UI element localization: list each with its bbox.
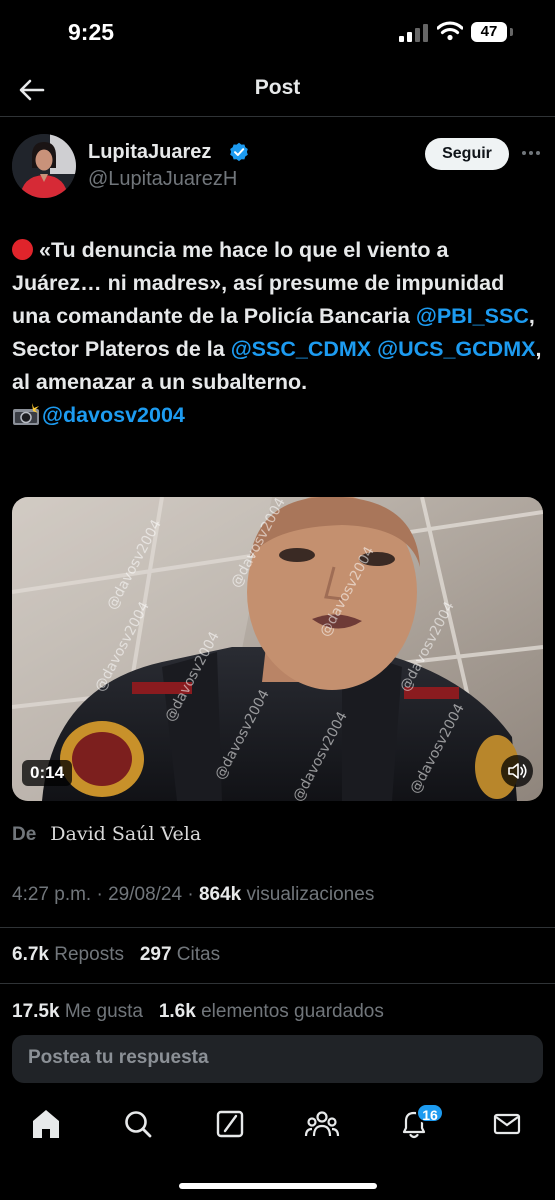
quotes-stat[interactable]: 297 Citas <box>140 944 220 965</box>
header-divider <box>0 116 555 117</box>
camera-flash-emoji-icon <box>13 403 39 425</box>
follow-button[interactable]: Seguir <box>425 138 509 170</box>
reposts-stat[interactable]: 6.7k Reposts <box>12 944 124 965</box>
more-options-icon[interactable] <box>521 150 541 156</box>
views-count: 864k <box>198 884 242 905</box>
likes-label: Me gusta <box>64 1001 143 1022</box>
mention-link-ssc-cdmx[interactable]: @SSC_CDMX <box>231 337 371 361</box>
page-title: Post <box>254 76 301 99</box>
home-indicator[interactable] <box>179 1183 377 1189</box>
video-duration-badge: 0:14 <box>22 760 73 786</box>
likes-stat[interactable]: 17.5k Me gusta <box>12 1001 143 1022</box>
communities-icon[interactable] <box>302 1104 342 1144</box>
like-stats-row: 17.5k Me gusta 1.6k elementos guardados <box>12 1001 384 1023</box>
reply-input[interactable]: Postea tu respuesta <box>12 1035 543 1083</box>
meta-divider <box>0 927 555 928</box>
post-date: 29/08/24 <box>108 884 183 905</box>
source-label: De <box>12 824 37 845</box>
wifi-icon <box>437 21 463 41</box>
search-icon[interactable] <box>118 1104 158 1144</box>
video-frame <box>12 497 543 801</box>
reposts-label: Reposts <box>54 944 124 965</box>
avatar-image <box>12 134 76 198</box>
cellular-signal-icon <box>399 24 429 42</box>
reposts-count: 6.7k <box>12 944 49 965</box>
grok-icon[interactable] <box>210 1104 250 1144</box>
likes-count: 17.5k <box>12 1001 60 1022</box>
battery-tip <box>510 28 513 36</box>
bottom-tab-bar <box>0 1096 555 1156</box>
repost-stats-row: 6.7k Reposts 297 Citas <box>12 944 220 966</box>
home-icon[interactable] <box>26 1104 66 1144</box>
post-metadata: 4:27 p.m. · 29/08/24 · 864k visualizacio… <box>12 884 374 906</box>
source-name[interactable]: David Saúl Vela <box>50 823 201 845</box>
post-time: 4:27 p.m. <box>12 884 92 905</box>
bookmarks-label: elementos guardados <box>201 1001 384 1022</box>
mention-link-pbi-ssc[interactable]: @PBI_SSC <box>416 304 529 328</box>
top-bar: Post <box>0 66 555 114</box>
quotes-count: 297 <box>139 944 172 965</box>
battery-indicator: 47 <box>471 22 507 42</box>
author-avatar[interactable] <box>12 134 76 198</box>
mention-link-davosv2004[interactable]: @davosv2004 <box>42 403 185 427</box>
bookmarks-stat[interactable]: 1.6k elementos guardados <box>159 1001 384 1022</box>
red-circle-emoji-icon <box>12 239 33 260</box>
speaker-muted-icon <box>508 763 527 779</box>
bookmarks-count: 1.6k <box>158 1001 196 1022</box>
video-source-attribution: De David Saúl Vela <box>12 823 201 846</box>
tweet-text: «Tu denuncia me hace lo que el viento a … <box>12 234 542 432</box>
notifications-badge: 16 <box>416 1103 444 1123</box>
messages-envelope-icon[interactable] <box>487 1104 527 1144</box>
meta-separator: · <box>182 884 199 905</box>
quotes-label: Citas <box>176 944 221 965</box>
meta-separator: · <box>91 884 109 905</box>
video-player[interactable]: @davosv2004 @davosv2004 @davosv2004 @dav… <box>12 497 543 801</box>
author-display-name[interactable]: LupitaJuarez <box>88 141 211 164</box>
views-label: visualizaciones <box>241 884 375 905</box>
reply-placeholder: Postea tu respuesta <box>28 1047 209 1068</box>
mention-link-ucs-gcdmx[interactable]: @UCS_GCDMX <box>377 337 535 361</box>
status-time: 9:25 <box>68 19 115 45</box>
verified-badge-icon <box>230 142 248 162</box>
status-bar: 9:25 47 <box>0 0 555 66</box>
author-username[interactable]: @LupitaJuarezH <box>88 168 237 191</box>
mute-button[interactable] <box>501 755 533 787</box>
stats-divider <box>0 983 555 984</box>
